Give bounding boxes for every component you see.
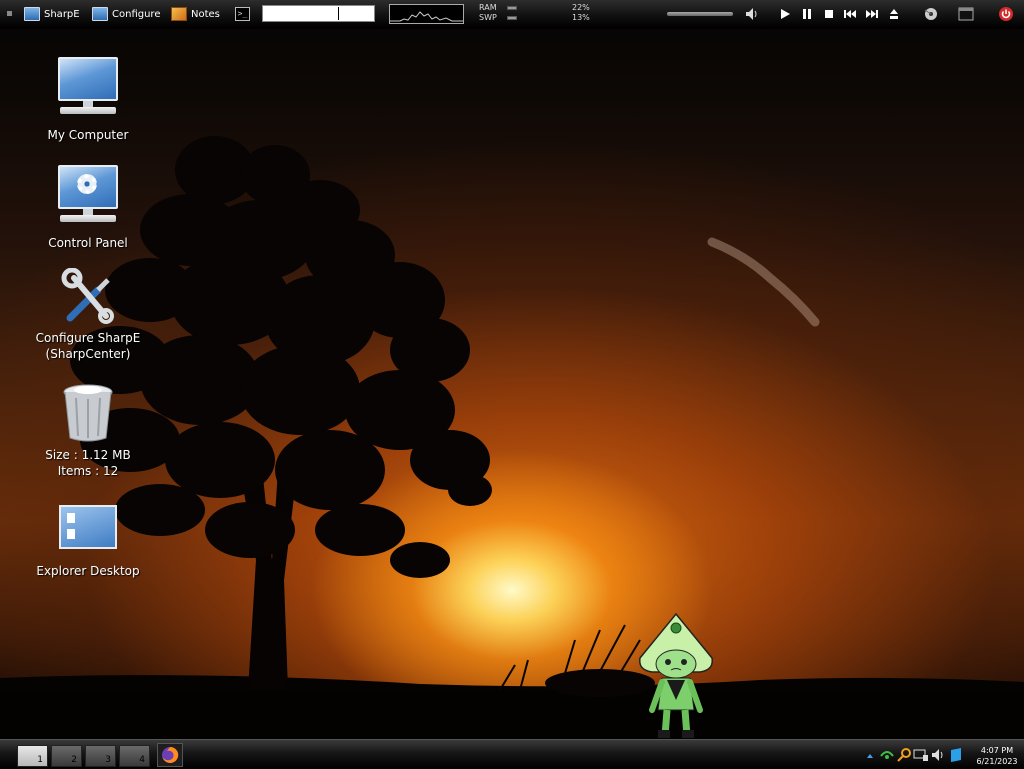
search-icon[interactable] [896, 747, 912, 763]
workspace-label: 1 [37, 755, 43, 765]
trash-size-label: Size : 1.12 MB [45, 448, 131, 462]
volume-slider[interactable] [667, 12, 733, 16]
computer-settings-icon [92, 7, 108, 21]
tray-expand-icon[interactable] [866, 752, 874, 760]
computer-icon [24, 7, 40, 21]
swp-bar [507, 16, 517, 20]
tools-icon [61, 268, 114, 324]
clock-date: 6/21/2023 [976, 757, 1018, 766]
taskbar: 1 2 3 4 4:07 PM 6/21/2023 [0, 739, 1024, 769]
stop-icon[interactable] [822, 7, 836, 21]
media-player-icon[interactable] [923, 6, 939, 22]
firefox-icon [162, 746, 179, 763]
trash-items-label: Items : 12 [57, 464, 119, 478]
desktop-icon-control-panel[interactable]: Control Panel [40, 165, 136, 251]
desktop-icon-explorer-desktop[interactable]: Explorer Desktop [28, 505, 148, 579]
previous-icon[interactable] [843, 7, 857, 21]
configure-button[interactable]: Configure [92, 4, 160, 24]
next-icon[interactable] [865, 7, 879, 21]
notes-icon [171, 7, 187, 21]
workspace-1-button[interactable]: 1 [17, 745, 48, 767]
eject-icon[interactable] [887, 7, 901, 21]
clock[interactable]: 4:07 PM 6/21/2023 [970, 745, 1024, 767]
ram-bar [507, 6, 517, 10]
my-computer-icon [56, 57, 120, 119]
workspace-label: 3 [105, 755, 111, 765]
control-panel-label: Control Panel [48, 236, 128, 250]
terminal-icon: >_ [235, 7, 250, 21]
desktop-icon-recycle-bin[interactable]: Size : 1.12 MB Items : 12 [28, 382, 148, 479]
taskbar-firefox-button[interactable] [157, 743, 183, 767]
configure-sharpe-label: Configure SharpE [35, 331, 141, 345]
trash-icon [63, 384, 113, 442]
explorer-desktop-label: Explorer Desktop [36, 564, 140, 578]
top-bar: SharpE Configure Notes >_ RAM 22% SWP 13… [0, 0, 1024, 29]
network-icon[interactable] [880, 748, 894, 760]
control-panel-icon [56, 165, 120, 227]
workspace-2-button[interactable]: 2 [51, 745, 82, 767]
pause-icon[interactable] [800, 7, 814, 21]
ram-percent: 22% [572, 3, 590, 12]
workspace-3-button[interactable]: 3 [85, 745, 116, 767]
workspace-label: 4 [139, 755, 145, 765]
volume-icon[interactable] [930, 747, 946, 763]
swp-label: SWP [479, 13, 497, 22]
ram-row: RAM 22% [479, 3, 590, 13]
configure-label: Configure [112, 8, 161, 20]
text-cursor [338, 7, 339, 20]
workspace-label: 2 [71, 755, 77, 765]
speaker-icon[interactable] [744, 6, 760, 22]
desktop-pet-character[interactable] [634, 612, 718, 742]
desktop-icon-my-computer[interactable]: My Computer [40, 57, 136, 143]
play-icon[interactable] [778, 7, 792, 21]
wallpaper-silhouette [0, 136, 1024, 768]
desktop-icon-configure-sharpe[interactable]: Configure SharpE (SharpCenter) [28, 268, 148, 362]
run-command-input[interactable] [262, 5, 375, 22]
terminal-button[interactable]: >_ [235, 4, 250, 24]
display-icon[interactable] [913, 747, 929, 763]
swp-row: SWP 13% [479, 13, 590, 23]
cpu-graph-line [390, 11, 463, 22]
memory-monitor: RAM 22% SWP 13% [479, 3, 590, 23]
my-computer-label: My Computer [47, 128, 129, 142]
explorer-desktop-icon [59, 505, 117, 549]
sharpe-label: SharpE [44, 8, 80, 20]
desktop-wallpaper [0, 0, 1024, 768]
app-tray-icon[interactable] [948, 747, 964, 763]
notes-button[interactable]: Notes [171, 4, 220, 24]
ram-label: RAM [479, 3, 497, 12]
power-icon[interactable] [998, 6, 1014, 22]
window-icon[interactable] [958, 6, 974, 22]
clock-time: 4:07 PM [980, 746, 1014, 755]
workspace-4-button[interactable]: 4 [119, 745, 150, 767]
bar-grip-icon [7, 11, 12, 16]
notes-label: Notes [191, 8, 220, 20]
configure-sharpe-sublabel: (SharpCenter) [45, 347, 131, 361]
swp-percent: 13% [572, 13, 590, 22]
cpu-graph [389, 4, 464, 24]
sharpe-menu-button[interactable]: SharpE [24, 4, 80, 24]
